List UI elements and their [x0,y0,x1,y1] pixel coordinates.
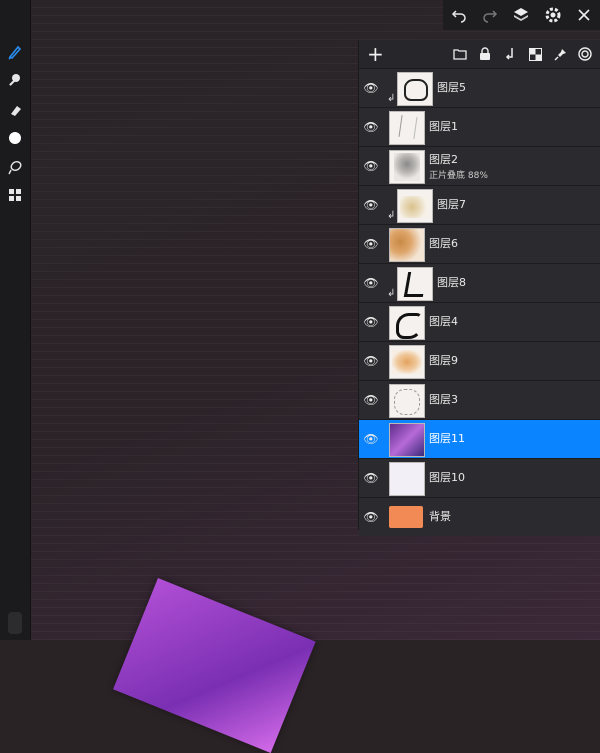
color-icon[interactable] [0,126,30,150]
background-layer-row[interactable]: 👁 背景 [359,497,600,536]
layer-name: 图层5 [437,81,466,94]
layer-row[interactable]: 👁 图层2 正片叠底 88% [359,146,600,185]
checker-icon[interactable] [527,46,543,62]
layer-name: 图层10 [429,471,465,484]
merge-down-icon[interactable] [502,46,518,62]
undo-icon[interactable] [448,4,470,26]
layer-thumbnail [389,423,425,457]
layer-thumbnail [389,345,425,379]
settings-icon[interactable] [542,4,564,26]
visibility-eye-icon[interactable]: 👁 [363,392,379,408]
redo-icon[interactable] [479,4,501,26]
layer-name: 图层9 [429,354,458,367]
top-right-bar [443,0,600,30]
visibility-eye-icon[interactable]: 👁 [363,470,379,486]
layer-row[interactable]: 👁 图层10 [359,458,600,497]
spiral-icon[interactable] [577,46,593,62]
left-toolbar [0,0,31,640]
lasso-icon[interactable] [0,155,30,179]
visibility-eye-icon[interactable]: 👁 [363,509,379,525]
layer-name: 图层2 [429,153,458,166]
close-icon[interactable] [573,4,595,26]
visibility-eye-icon[interactable]: 👁 [363,431,379,447]
layers-icon[interactable] [510,4,532,26]
visibility-eye-icon[interactable]: 👁 [363,275,379,291]
blend-mode-label[interactable]: 正片叠底 88% [429,168,488,181]
brush-icon[interactable] [0,40,30,64]
layers-panel: + 👁 ↲ 图层5 👁 图层1 👁 图层2 正片叠底 88% 👁 ↲ 图层7 👁… [358,40,600,536]
gallery-icon[interactable] [0,183,30,207]
visibility-eye-icon[interactable]: 👁 [363,353,379,369]
layer-row[interactable]: 👁 图层4 [359,302,600,341]
layer-thumbnail [389,111,425,145]
layer-row[interactable]: 👁 ↲ 图层5 [359,68,600,107]
visibility-eye-icon[interactable]: 👁 [363,158,379,174]
folder-icon[interactable] [452,46,468,62]
layer-name: 图层6 [429,237,458,250]
layer-name: 图层3 [429,393,458,406]
layer-row[interactable]: 👁 ↲ 图层7 [359,185,600,224]
layers-panel-header: + [359,40,600,68]
visibility-eye-icon[interactable]: 👁 [363,314,379,330]
layer-thumbnail [397,267,433,301]
layer-name: 图层4 [429,315,458,328]
layer-name: 图层7 [437,198,466,211]
lock-icon[interactable] [477,46,493,62]
layer-thumbnail [389,384,425,418]
layer-thumbnail [397,72,433,106]
slider-handle[interactable] [8,612,22,634]
background-color-swatch[interactable] [389,506,423,528]
layer-thumbnail [389,228,425,262]
clip-arrow-icon: ↲ [387,288,396,299]
layer-row[interactable]: 👁 ↲ 图层8 [359,263,600,302]
visibility-eye-icon[interactable]: 👁 [363,197,379,213]
visibility-eye-icon[interactable]: 👁 [363,119,379,135]
layer-thumbnail [389,462,425,496]
visibility-eye-icon[interactable]: 👁 [363,236,379,252]
layer-row[interactable]: 👁 图层1 [359,107,600,146]
pin-icon[interactable] [552,46,568,62]
layer-thumbnail [397,189,433,223]
smudge-icon[interactable] [0,68,30,92]
layer-row[interactable]: 👁 图层6 [359,224,600,263]
canvas-artwork [113,578,316,753]
layer-name: 图层11 [429,432,465,445]
layer-row[interactable]: 👁 图层3 [359,380,600,419]
visibility-eye-icon[interactable]: 👁 [363,80,379,96]
layer-thumbnail [389,306,425,340]
layer-row-selected[interactable]: 👁 图层11 [359,419,600,458]
clip-arrow-icon: ↲ [387,93,396,104]
layer-name: 图层1 [429,120,458,133]
eraser-icon[interactable] [0,98,30,122]
clip-arrow-icon: ↲ [387,210,396,221]
layer-thumbnail [389,150,425,184]
layer-name: 图层8 [437,276,466,289]
add-layer-button[interactable]: + [367,42,384,66]
layer-name: 背景 [429,510,451,523]
layer-row[interactable]: 👁 图层9 [359,341,600,380]
